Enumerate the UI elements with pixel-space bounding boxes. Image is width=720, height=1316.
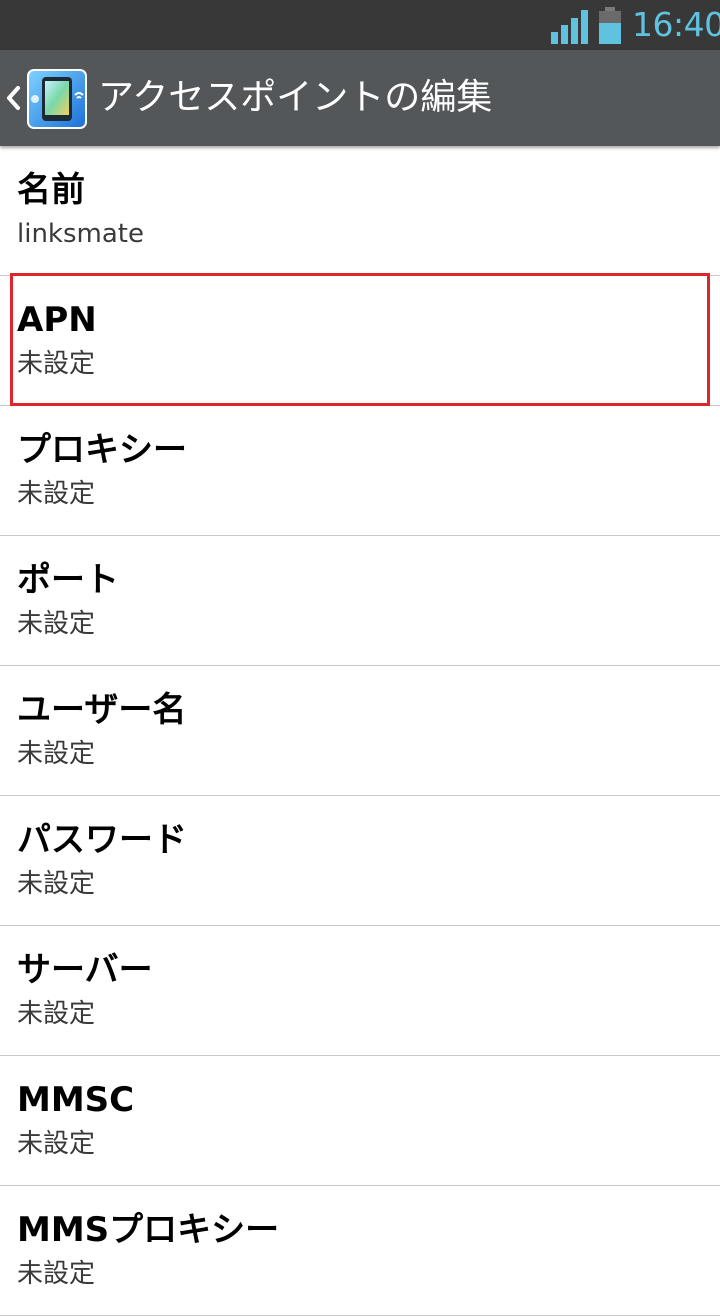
action-bar: アクセスポイントの編集 (0, 50, 720, 146)
status-bar: 16:40 (0, 0, 720, 50)
setting-value: 未設定 (17, 609, 96, 639)
mobile-network-settings-icon[interactable] (26, 68, 88, 130)
setting-title: プロキシー (17, 430, 187, 470)
page-title: アクセスポイントの編集 (98, 77, 493, 118)
setting-item-proxy[interactable]: プロキシー 未設定 (0, 406, 720, 536)
setting-item-username[interactable]: ユーザー名 未設定 (0, 666, 720, 796)
battery-icon (599, 7, 621, 44)
apn-settings-list: 名前 linksmate APN 未設定 プロキシー 未設定 ポート 未設定 ユ… (0, 146, 720, 1316)
setting-title: APN (17, 300, 97, 340)
setting-title: ポート (17, 560, 119, 600)
setting-title: サーバー (17, 950, 153, 990)
setting-item-port[interactable]: ポート 未設定 (0, 536, 720, 666)
chevron-left-icon[interactable] (3, 80, 23, 116)
setting-title: ユーザー名 (17, 690, 187, 730)
setting-item-mmsc[interactable]: MMSC 未設定 (0, 1056, 720, 1186)
setting-value: linksmate (17, 219, 144, 249)
setting-item-mms-proxy[interactable]: MMSプロキシー 未設定 (0, 1186, 720, 1316)
setting-item-apn[interactable]: APN 未設定 (0, 276, 720, 406)
setting-title: パスワード (17, 820, 187, 860)
setting-title: 名前 (17, 170, 85, 210)
setting-item-server[interactable]: サーバー 未設定 (0, 926, 720, 1056)
setting-title: MMSプロキシー (17, 1210, 280, 1250)
setting-title: MMSC (17, 1080, 135, 1120)
setting-value: 未設定 (17, 1129, 96, 1159)
setting-item-password[interactable]: パスワード 未設定 (0, 796, 720, 926)
setting-value: 未設定 (17, 479, 96, 509)
setting-value: 未設定 (17, 869, 96, 899)
signal-bars-icon (551, 10, 588, 44)
setting-value: 未設定 (17, 739, 96, 769)
setting-value: 未設定 (17, 1259, 96, 1289)
setting-item-name[interactable]: 名前 linksmate (0, 146, 720, 276)
setting-value: 未設定 (17, 349, 96, 379)
status-clock: 16:40 (632, 5, 720, 44)
setting-value: 未設定 (17, 999, 96, 1029)
